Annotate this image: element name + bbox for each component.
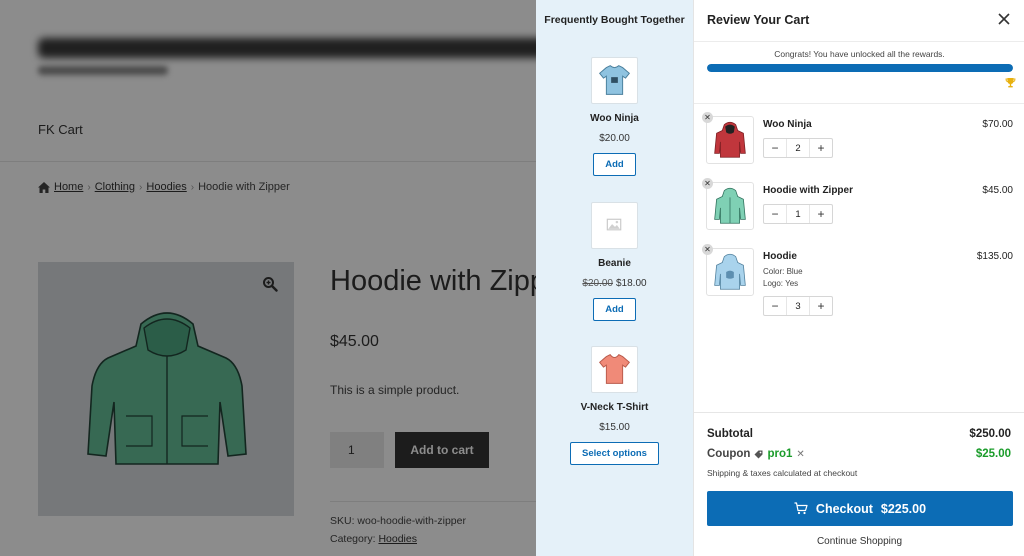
cart-title: Review Your Cart (707, 13, 810, 27)
trophy-icon (1005, 78, 1016, 88)
upsell-item-price-current: $20.00 (599, 133, 630, 144)
decrease-qty-button[interactable]: − (764, 139, 786, 157)
modal-overlay[interactable] (0, 0, 536, 556)
quantity-stepper: − 3 + (763, 296, 833, 316)
cart-panel: Review Your Cart Congrats! You have unlo… (693, 0, 1024, 556)
subtotal-value: $250.00 (969, 428, 1011, 440)
upsell-panel: Frequently Bought Together Woo Ninja $20… (536, 0, 693, 556)
tag-icon (754, 450, 763, 458)
quantity-value[interactable]: 1 (786, 205, 810, 223)
coupon-value: $25.00 (975, 448, 1011, 460)
upsell-item-name[interactable]: V-Neck T-Shirt (536, 402, 693, 413)
subtotal-label: Subtotal (707, 428, 753, 440)
remove-coupon-icon[interactable]: ✕ (796, 449, 804, 460)
upsell-item-name[interactable]: Woo Ninja (536, 113, 693, 124)
upsell-item-price-old: $20.00 (582, 278, 613, 289)
cart-item-thumbnail[interactable] (706, 182, 754, 230)
upsell-select-options-button[interactable]: Select options (570, 442, 659, 465)
decrease-qty-button[interactable]: − (764, 205, 786, 223)
rewards-message: Congrats! You have unlocked all the rewa… (774, 49, 945, 59)
divider (694, 41, 1024, 42)
upsell-thumbnail[interactable] (591, 57, 638, 104)
close-icon[interactable] (997, 12, 1011, 26)
upsell-title: Frequently Bought Together (544, 14, 685, 26)
checkout-total: $225.00 (880, 501, 927, 516)
coupon-code: pro1 (767, 448, 793, 460)
checkout-button[interactable]: Checkout $225.00 (707, 491, 1013, 526)
increase-qty-button[interactable]: + (810, 205, 832, 223)
tshirt-icon (598, 65, 631, 95)
tshirt-icon (598, 354, 631, 384)
cart-item-name[interactable]: Hoodie with Zipper (763, 185, 853, 196)
upsell-thumbnail[interactable] (591, 346, 638, 393)
cart-item-price: $70.00 (982, 119, 1013, 130)
cart-item: ✕ Woo Ninja $70.00 − 2 + (694, 112, 1024, 186)
upsell-add-button[interactable]: Add (593, 298, 636, 321)
remove-item-icon[interactable]: ✕ (702, 112, 713, 123)
cart-item-price: $135.00 (976, 251, 1013, 262)
cart-item: ✕ Hoodie with Zipper $45.00 − 1 + (694, 178, 1024, 252)
upsell-item-price-current: $18.00 (616, 278, 647, 289)
rewards-progress-fill (707, 64, 1013, 72)
cart-item: ✕ Hoodie $135.00 Color: Blue Logo: Yes −… (694, 244, 1024, 320)
cart-item-price: $45.00 (982, 185, 1013, 196)
quantity-value[interactable]: 2 (786, 139, 810, 157)
upsell-item-price: $15.00 (536, 422, 693, 433)
cart-item-name[interactable]: Hoodie (763, 251, 797, 262)
hoodie-icon (714, 187, 746, 224)
hoodie-icon (714, 253, 746, 290)
quantity-stepper: − 1 + (763, 204, 833, 224)
cart-item-thumbnail[interactable] (706, 116, 754, 164)
divider (694, 103, 1024, 104)
upsell-item-name[interactable]: Beanie (536, 258, 693, 269)
shipping-note: Shipping & taxes calculated at checkout (707, 468, 858, 478)
increase-qty-button[interactable]: + (810, 297, 832, 315)
quantity-value[interactable]: 3 (786, 297, 810, 315)
increase-qty-button[interactable]: + (810, 139, 832, 157)
image-placeholder-icon (606, 218, 622, 231)
hoodie-icon (714, 121, 746, 158)
decrease-qty-button[interactable]: − (764, 297, 786, 315)
cart-item-name[interactable]: Woo Ninja (763, 119, 812, 130)
upsell-add-button[interactable]: Add (593, 153, 636, 176)
upsell-item-price-current: $15.00 (599, 422, 630, 433)
cart-item-variant: Color: Blue (763, 267, 803, 276)
upsell-item-price: $20.00 (536, 133, 693, 144)
upsell-item: Woo Ninja $20.00 Add (536, 57, 693, 182)
upsell-item: V-Neck T-Shirt $15.00 Select options (536, 346, 693, 471)
upsell-thumbnail[interactable] (591, 202, 638, 249)
cart-item-thumbnail[interactable] (706, 248, 754, 296)
cart-icon (794, 502, 808, 515)
cart-item-variant: Logo: Yes (763, 279, 799, 288)
coupon-label: Coupon (707, 448, 751, 460)
coupon-row: Coupon pro1 ✕ (707, 448, 805, 460)
remove-item-icon[interactable]: ✕ (702, 244, 713, 255)
remove-item-icon[interactable]: ✕ (702, 178, 713, 189)
continue-shopping-link[interactable]: Continue Shopping (694, 536, 1024, 547)
upsell-item-price: $20.00 $18.00 (536, 278, 693, 289)
checkout-label: Checkout (815, 501, 873, 516)
quantity-stepper: − 2 + (763, 138, 833, 158)
upsell-item: Beanie $20.00 $18.00 Add (536, 202, 693, 327)
rewards-progress-bar (707, 64, 1013, 72)
divider (694, 412, 1024, 413)
